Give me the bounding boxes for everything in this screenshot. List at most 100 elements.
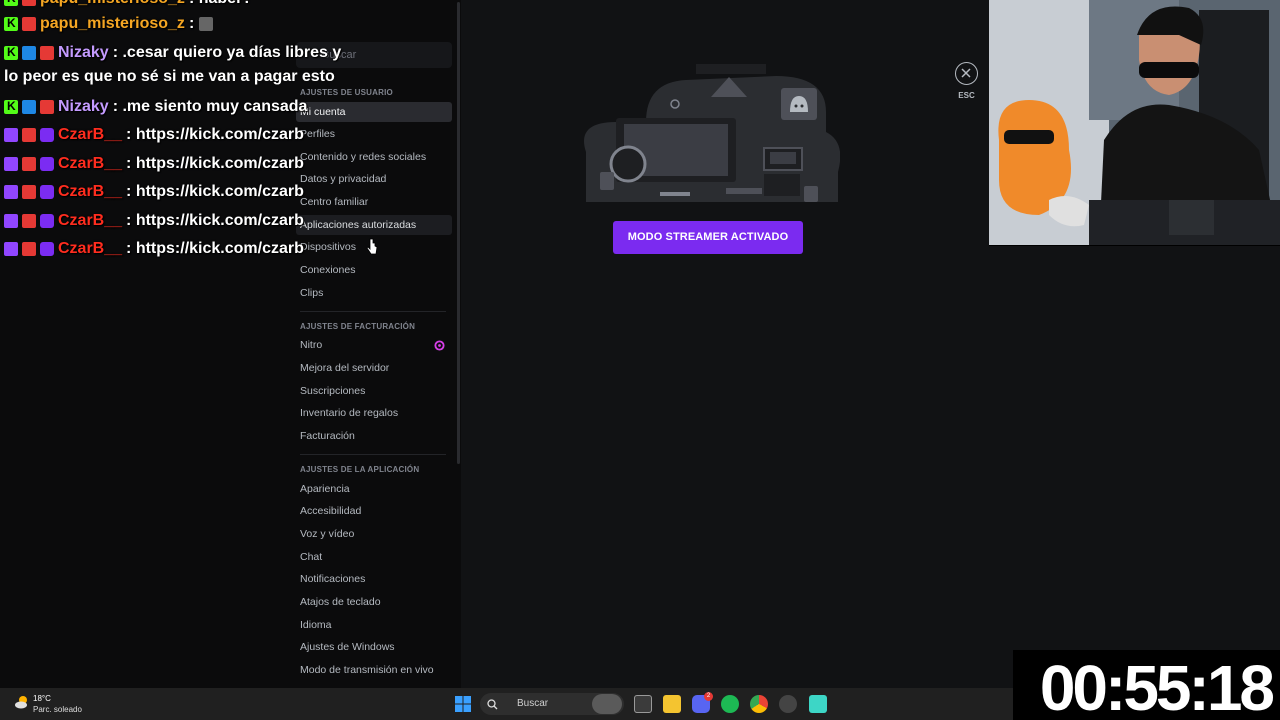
video-badge-icon (22, 157, 36, 171)
chat-username: papu_misterioso_z (40, 0, 185, 8)
sidebar-item-windows-settings[interactable]: Ajustes de Windows (296, 637, 452, 657)
chat-text: haber? (199, 0, 252, 8)
chat-text: : (126, 155, 136, 172)
sidebar-divider (300, 311, 446, 312)
chat-message: CzarB__ : https://kick.com/czarb (4, 124, 304, 146)
taskbar-search-label: Buscar (517, 698, 549, 709)
sidebar-item-streamer-mode[interactable]: Modo de transmisión en vivo (296, 660, 452, 680)
sidebar-item-server-boost[interactable]: Mejora del servidor (296, 358, 452, 378)
sidebar-item-accessibility[interactable]: Accesibilidad (296, 501, 452, 521)
settings-content-right (989, 246, 1280, 688)
sidebar-item-subscriptions[interactable]: Suscripciones (296, 381, 452, 401)
twitch-badge-icon (4, 242, 18, 256)
chat-username: CzarB__ (58, 183, 123, 200)
twitch-badge-icon (4, 214, 18, 228)
chat-username: CzarB__ (58, 155, 123, 172)
chat-text: : (126, 183, 136, 200)
chat-message: papu_misterioso_z : (4, 13, 217, 35)
sub-badge-icon (22, 0, 36, 6)
video-badge-icon (22, 242, 36, 256)
chat-message: papu_misterioso_z : haber? (4, 0, 252, 10)
chat-message: CzarB__ : https://kick.com/czarb (4, 153, 304, 175)
twitch-badge-icon (4, 128, 18, 142)
chat-text: https://kick.com/czarb (135, 183, 304, 200)
chat-message: Nizaky : .me siento muy cansada (4, 96, 307, 118)
chat-username: papu_misterioso_z (40, 15, 185, 32)
kick-badge-icon (4, 0, 18, 6)
sidebar-item-content-social[interactable]: Contenido y redes sociales (296, 147, 452, 167)
chat-text: .me siento muy cansada (122, 98, 308, 115)
chat-text: : (126, 126, 136, 143)
video-badge-icon (22, 128, 36, 142)
sidebar-item-language[interactable]: Idioma (296, 615, 452, 635)
chat-text-continued: lo peor es que no sé si me van a pagar e… (4, 68, 335, 85)
weather-description: Parc. soleado (33, 705, 82, 714)
kick-badge-icon (4, 99, 18, 114)
streamer-mode-illustration (584, 64, 840, 202)
chat-text: : (188, 15, 199, 32)
sidebar-item-gift-inventory[interactable]: Inventario de regalos (296, 403, 452, 423)
chat-text: .cesar quiero ya días libres y (122, 44, 342, 61)
sidebar-item-profiles[interactable]: Perfiles (296, 124, 452, 144)
chat-username: Nizaky (58, 44, 109, 61)
sidebar-item-notifications[interactable]: Notificaciones (296, 569, 452, 589)
chat-username: CzarB__ (58, 126, 123, 143)
chat-text: https://kick.com/czarb (135, 126, 304, 143)
sidebar-item-keybinds[interactable]: Atajos de teclado (296, 592, 452, 612)
sidebar-item-billing[interactable]: Facturación (296, 426, 452, 446)
section-title-billing-settings: AJUSTES DE FACTURACIÓN (300, 322, 416, 331)
sidebar-item-connections[interactable]: Conexiones (296, 260, 452, 280)
task-view-icon[interactable] (634, 695, 652, 713)
search-highlight-icon (592, 694, 622, 714)
sidebar-item-chat[interactable]: Chat (296, 547, 452, 567)
weather-temperature: 18°C (33, 694, 51, 703)
obs-icon[interactable] (779, 695, 797, 713)
chat-message: CzarB__ : https://kick.com/czarb (4, 210, 304, 232)
nitro-icon (434, 340, 445, 351)
moderator-badge-icon (22, 100, 36, 114)
close-icon (961, 68, 971, 78)
sidebar-item-nitro[interactable]: Nitro (296, 335, 452, 355)
chat-username: CzarB__ (58, 240, 123, 257)
search-icon (487, 699, 498, 710)
close-settings-button[interactable] (955, 62, 978, 85)
sub-badge-icon (40, 46, 54, 60)
stream-timer: 00:55:18 (1013, 650, 1280, 720)
windows-start-icon[interactable] (455, 696, 471, 712)
sidebar-item-data-privacy[interactable]: Datos y privacidad (296, 169, 452, 189)
sidebar-scrollbar[interactable] (457, 2, 460, 464)
twitch-badge-icon (4, 157, 18, 171)
sidebar-item-appearance[interactable]: Apariencia (296, 479, 452, 499)
streamer-mode-button[interactable]: MODO STREAMER ACTIVADO (613, 221, 803, 254)
star-badge-icon (40, 157, 54, 171)
sidebar-item-family-center[interactable]: Centro familiar (296, 192, 452, 212)
file-explorer-icon[interactable] (663, 695, 681, 713)
chat-text: : (126, 240, 136, 257)
star-badge-icon (40, 128, 54, 142)
chat-message: CzarB__ : https://kick.com/czarb (4, 181, 304, 203)
chat-text: : (189, 0, 199, 8)
mouse-cursor-icon (366, 238, 378, 255)
chat-username: Nizaky (58, 98, 109, 115)
webcam-feed (989, 0, 1280, 245)
emote-icon (198, 17, 213, 31)
star-badge-icon (40, 185, 54, 199)
kick-badge-icon (4, 16, 18, 31)
notepad-icon[interactable] (809, 695, 827, 713)
sidebar-item-clips[interactable]: Clips (296, 283, 452, 303)
sidebar-item-my-account[interactable]: Mi cuenta (296, 102, 452, 122)
chrome-icon[interactable] (750, 695, 768, 713)
section-title-app-settings: AJUSTES DE LA APLICACIÓN (300, 465, 420, 474)
chat-message: Nizaky : .cesar quiero ya días libres y (4, 42, 341, 64)
chat-text: https://kick.com/czarb (135, 240, 304, 257)
sidebar-item-voice-video[interactable]: Voz y vídeo (296, 524, 452, 544)
sidebar-item-authorized-apps[interactable]: Aplicaciones autorizadas (296, 215, 452, 235)
spotify-icon[interactable] (721, 695, 739, 713)
video-badge-icon (22, 214, 36, 228)
weather-icon[interactable] (14, 694, 30, 710)
star-badge-icon (40, 214, 54, 228)
chat-username: CzarB__ (58, 212, 123, 229)
sub-badge-icon (40, 100, 54, 114)
chat-text: https://kick.com/czarb (135, 212, 304, 229)
esc-label: ESC (958, 91, 975, 100)
